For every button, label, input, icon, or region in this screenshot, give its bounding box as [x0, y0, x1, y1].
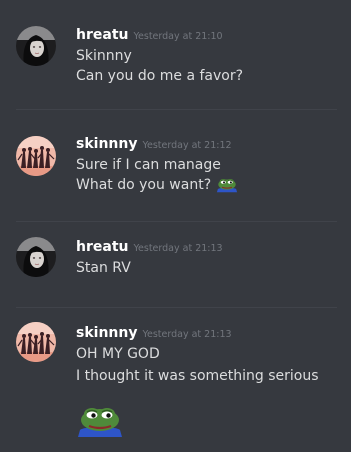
message-group: skinnny Yesterday at 21:12 Sure if I can …: [0, 110, 351, 222]
message-line: What do you want?: [76, 175, 238, 195]
skinnny-avatar-image: [16, 136, 56, 176]
avatar[interactable]: [16, 237, 56, 277]
pepe-frog-emoji[interactable]: [216, 176, 238, 193]
message-text: Stan RV: [76, 260, 131, 276]
username[interactable]: skinnny: [76, 325, 137, 341]
message-text: I thought it was something serious: [76, 368, 319, 384]
message-header: hreatu Yesterday at 21:10: [76, 25, 223, 46]
username[interactable]: hreatu: [76, 239, 128, 255]
timestamp[interactable]: Yesterday at 21:13: [133, 243, 222, 254]
message-text: What do you want?: [76, 177, 212, 193]
skinnny-avatar-image: [16, 322, 56, 362]
message-text: OH MY GOD: [76, 346, 160, 362]
pepe-frog-emoji[interactable]: [76, 403, 124, 437]
username[interactable]: skinnny: [76, 136, 137, 152]
timestamp[interactable]: Yesterday at 21:12: [142, 140, 231, 151]
message-group: skinnny Yesterday at 21:13 OH MY GOD I th…: [0, 308, 351, 452]
avatar[interactable]: [16, 322, 56, 362]
message-text: Sure if I can manage: [76, 157, 221, 173]
message-header: skinnny Yesterday at 21:13: [76, 323, 232, 344]
message-group: hreatu Yesterday at 21:13 Stan RV: [0, 222, 351, 308]
hreatu-avatar-image: [16, 237, 56, 277]
avatar[interactable]: [16, 136, 56, 176]
message-header: skinnny Yesterday at 21:12: [76, 134, 232, 155]
hreatu-avatar-image: [16, 26, 56, 66]
username[interactable]: hreatu: [76, 27, 128, 43]
message-text: Skinnny: [76, 48, 132, 64]
message-group: hreatu Yesterday at 21:10 Skinnny Can you…: [0, 0, 351, 110]
timestamp[interactable]: Yesterday at 21:13: [142, 329, 231, 340]
timestamp[interactable]: Yesterday at 21:10: [133, 31, 222, 42]
message-header: hreatu Yesterday at 21:13: [76, 237, 223, 258]
avatar[interactable]: [16, 26, 56, 66]
message-text: Can you do me a favor?: [76, 68, 244, 84]
